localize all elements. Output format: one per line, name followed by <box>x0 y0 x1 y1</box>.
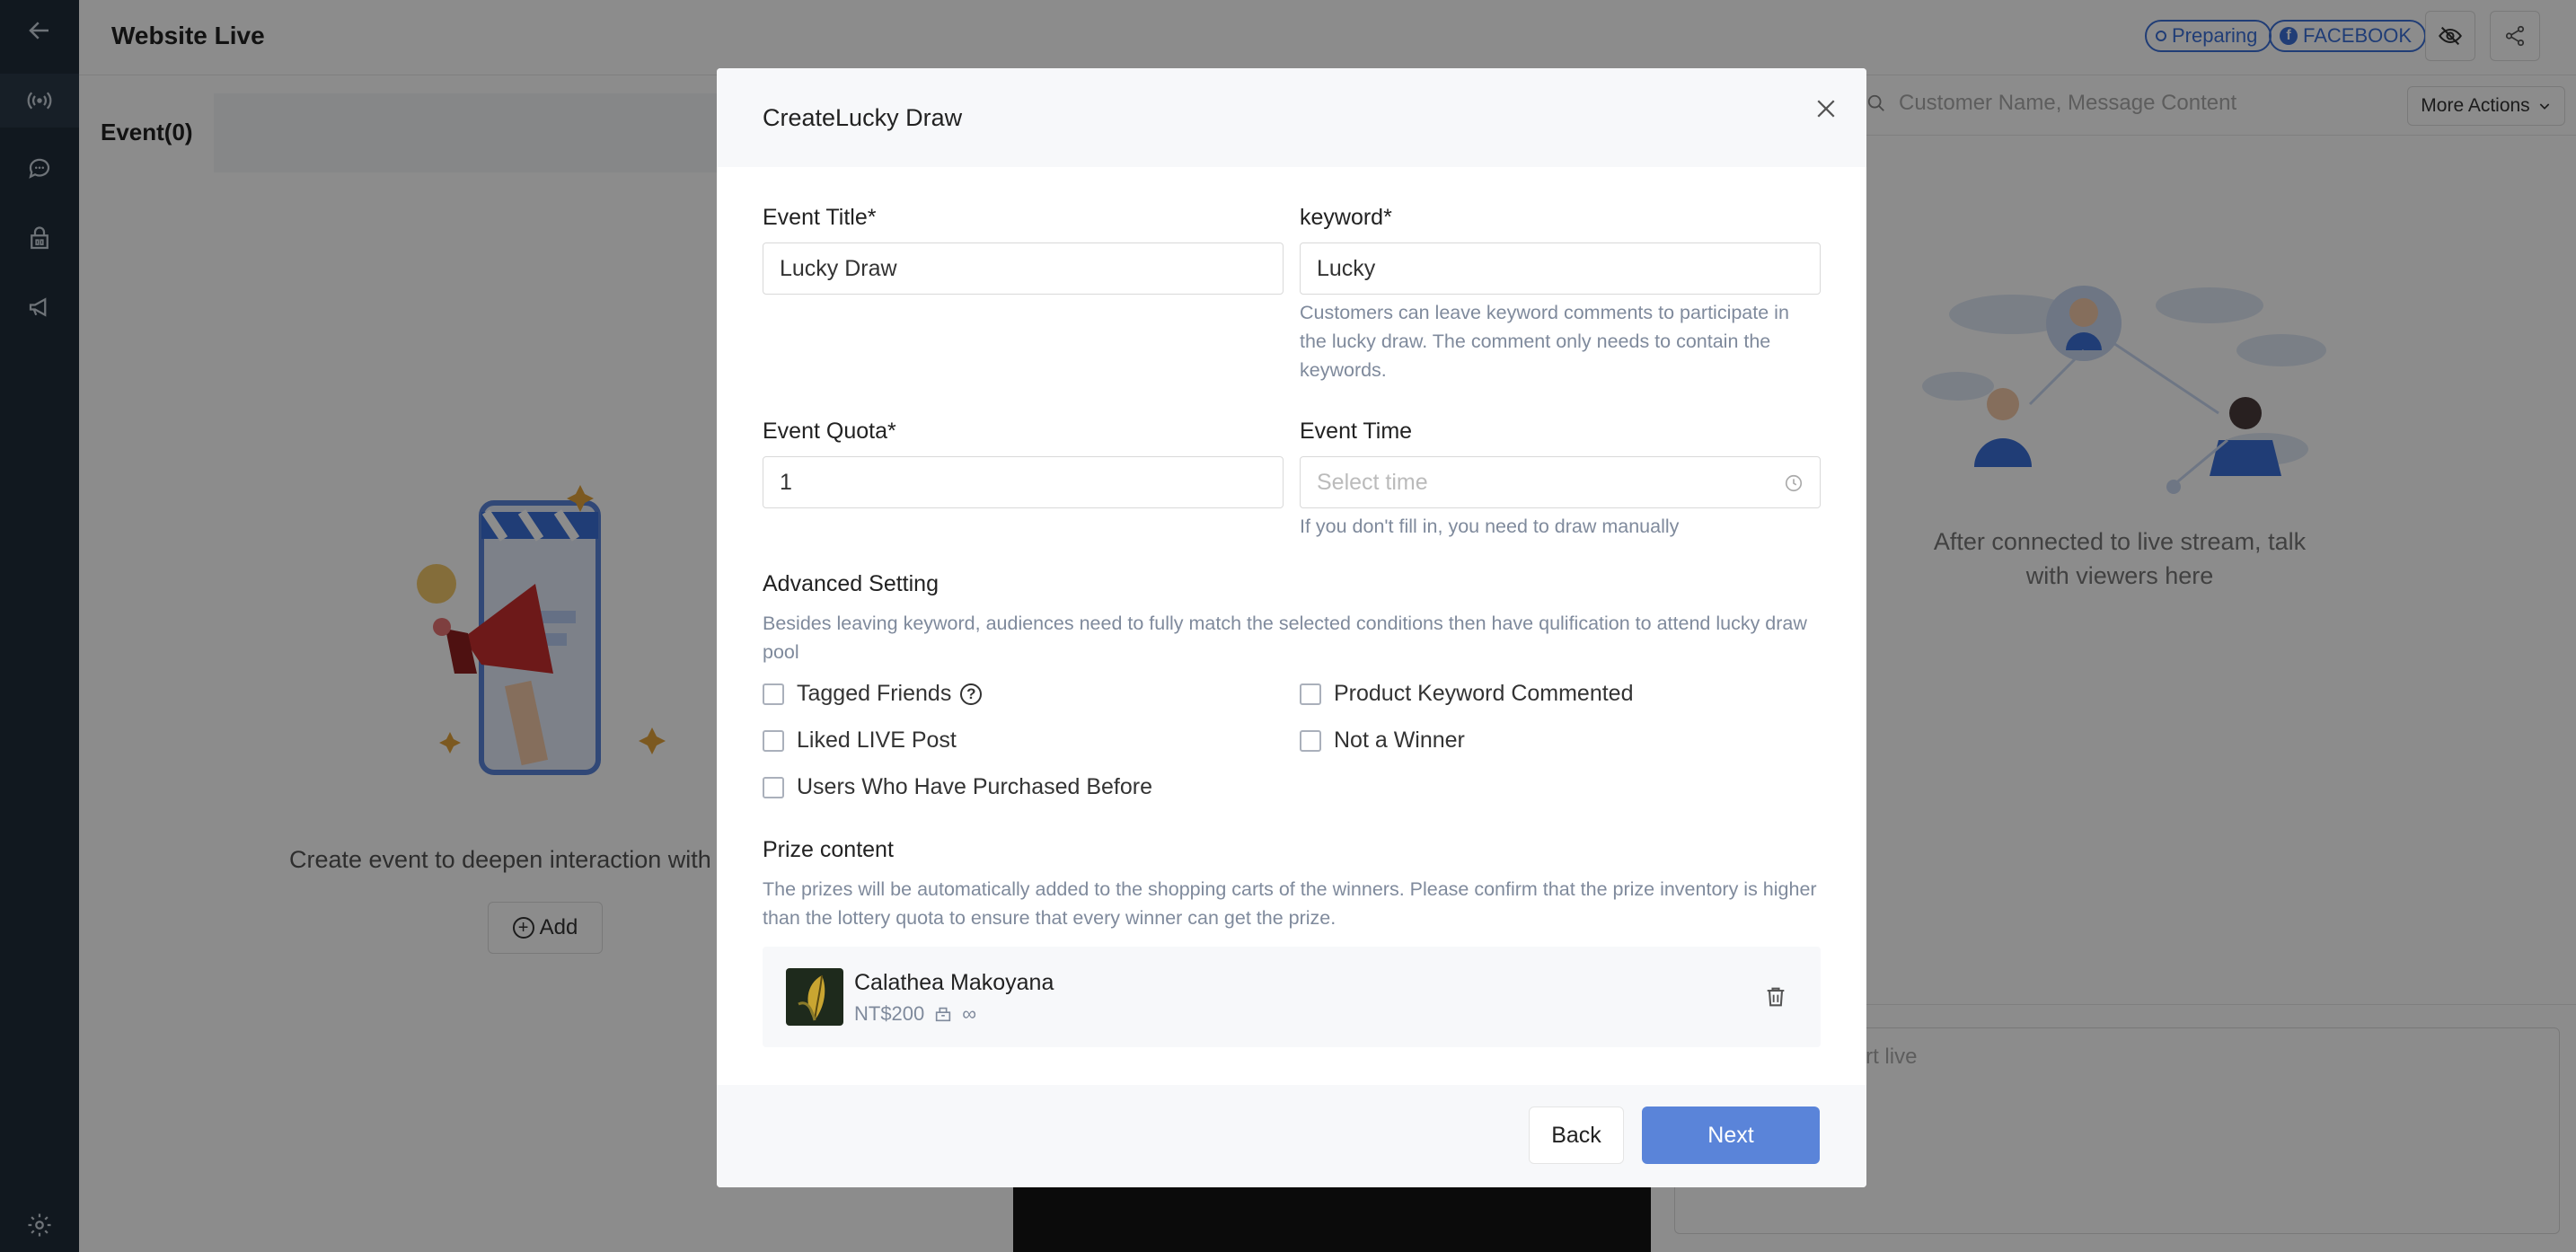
back-button[interactable]: Back <box>1529 1107 1624 1164</box>
purchased-before-checkbox[interactable] <box>763 776 784 798</box>
condition-liked-post[interactable]: Liked LIVE Post <box>763 727 957 754</box>
prize-price: NT$200 <box>854 1002 925 1025</box>
liked-post-checkbox[interactable] <box>763 729 784 752</box>
prize-stock: ∞ <box>962 1002 976 1025</box>
advanced-setting-hint: Besides leaving keyword, audiences need … <box>763 613 1807 663</box>
event-time-picker[interactable]: Select time <box>1300 456 1821 508</box>
not-winner-label: Not a Winner <box>1334 727 1465 753</box>
keyword-label: keyword* <box>1300 205 1392 230</box>
prize-name: Calathea Makoyana <box>854 970 1054 995</box>
purchased-before-label: Users Who Have Purchased Before <box>797 774 1153 799</box>
event-time-placeholder: Select time <box>1317 469 1428 495</box>
help-icon[interactable]: ? <box>960 683 983 705</box>
dialog-title: CreateLucky Draw <box>763 104 963 131</box>
event-title-input[interactable]: Lucky Draw <box>763 242 1284 295</box>
close-icon[interactable] <box>1813 95 1839 122</box>
condition-purchased-before[interactable]: Users Who Have Purchased Before <box>763 774 1152 800</box>
event-title-label: Event Title* <box>763 205 877 230</box>
event-quota-label: Event Quota* <box>763 419 896 444</box>
trash-icon[interactable] <box>1763 984 1788 1010</box>
next-button[interactable]: Next <box>1642 1107 1820 1164</box>
tagged-friends-checkbox[interactable] <box>763 683 784 705</box>
tagged-friends-label: Tagged Friends <box>797 681 952 706</box>
product-keyword-checkbox[interactable] <box>1300 683 1321 705</box>
event-quota-input[interactable]: 1 <box>763 456 1284 508</box>
liked-post-label: Liked LIVE Post <box>797 727 957 753</box>
dialog-header: CreateLucky Draw <box>717 68 1866 167</box>
condition-tagged-friends[interactable]: Tagged Friends ? <box>763 681 983 707</box>
product-keyword-label: Product Keyword Commented <box>1334 681 1634 706</box>
create-lucky-draw-dialog: CreateLucky Draw Event Title* Lucky Draw… <box>717 68 1866 1187</box>
prize-content-hint: The prizes will be automatically added t… <box>763 878 1817 929</box>
event-time-label: Event Time <box>1300 419 1413 444</box>
inventory-icon <box>936 1007 951 1022</box>
prize-content-label: Prize content <box>763 837 894 862</box>
advanced-setting-label: Advanced Setting <box>763 571 939 596</box>
clock-icon <box>1785 474 1803 492</box>
prize-meta: NT$200 ∞ <box>854 1002 976 1026</box>
keyword-hint: Customers can leave keyword comments to … <box>1300 302 1789 381</box>
event-time-hint: If you don't fill in, you need to draw m… <box>1300 516 1680 537</box>
condition-product-keyword[interactable]: Product Keyword Commented <box>1300 681 1633 707</box>
prize-item: Calathea Makoyana NT$200 ∞ <box>763 947 1821 1047</box>
condition-not-winner[interactable]: Not a Winner <box>1300 727 1465 754</box>
not-winner-checkbox[interactable] <box>1300 729 1321 752</box>
keyword-input[interactable]: Lucky <box>1300 242 1821 295</box>
prize-thumbnail <box>786 968 843 1026</box>
